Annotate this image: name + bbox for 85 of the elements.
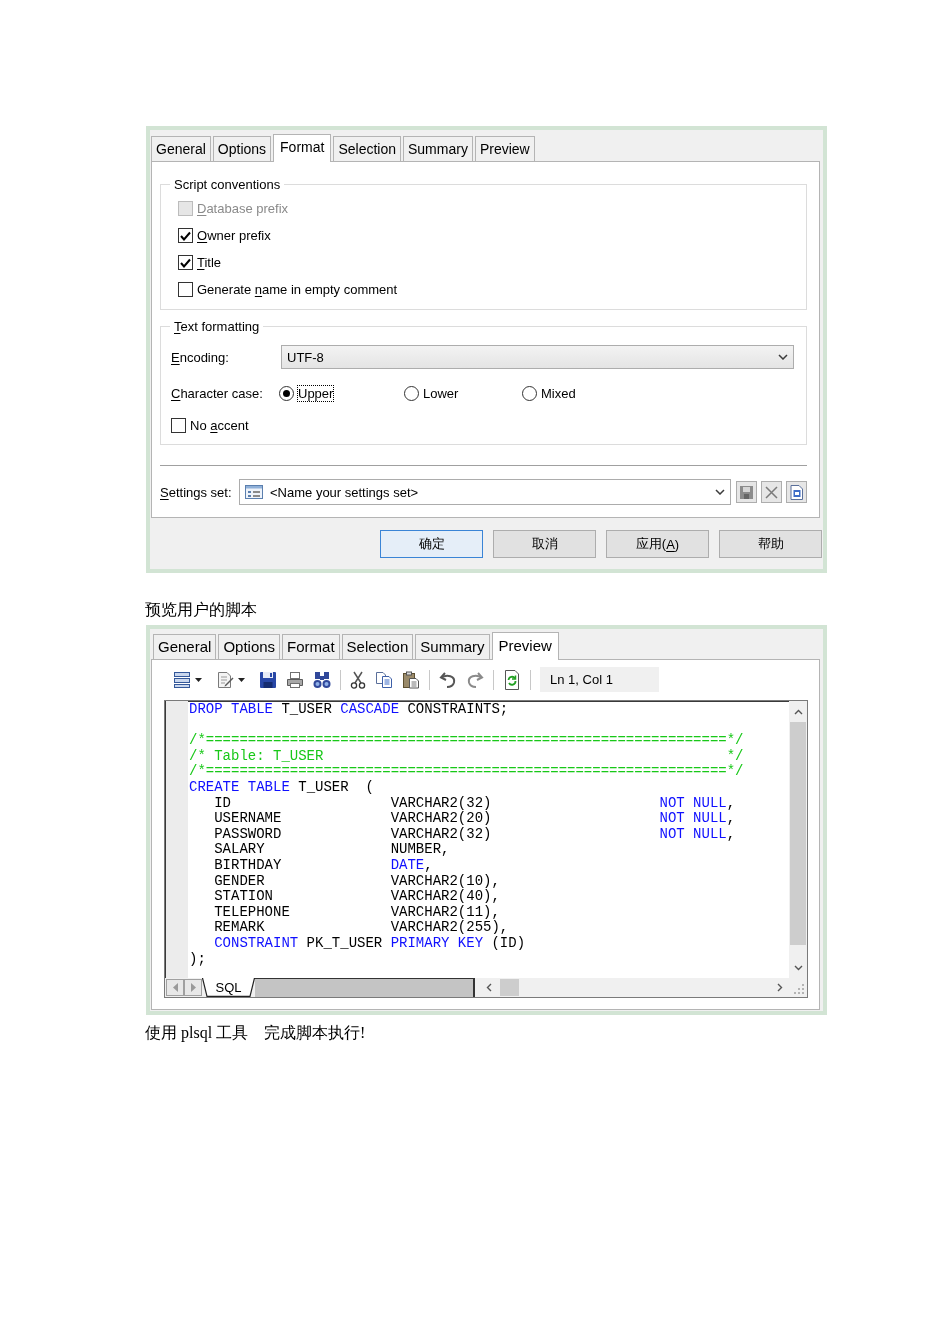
group-title: Script conventions (173, 177, 282, 192)
list-icon (245, 485, 263, 499)
chevron-left-icon[interactable] (486, 983, 492, 992)
cursor-position: Ln 1, Col 1 (540, 667, 659, 692)
code-line: /* Table: T_USER */ (189, 748, 744, 764)
scrollbar-thumb[interactable] (790, 722, 806, 945)
edit-icon[interactable] (216, 670, 234, 689)
checkmark-icon (180, 230, 191, 241)
paste-icon[interactable] (402, 670, 420, 689)
code-line: PASSWORD VARCHAR2(32) NOT NULL, (213, 826, 736, 843)
sheet-tab[interactable]: SQL (202, 978, 255, 997)
chevron-right-icon[interactable] (777, 983, 783, 992)
paragraph: 使用 plsql 工具 完成脚本执行! (145, 1023, 366, 1043)
cross-icon (765, 485, 778, 499)
caption: 预览用户的脚本 (145, 600, 257, 620)
code-line: /*==============================================================*/ (189, 733, 744, 749)
code-line: USERNAME VARCHAR2(20) NOT NULL, (213, 811, 736, 827)
save-icon[interactable] (259, 670, 277, 689)
document-refresh-icon[interactable] (503, 669, 521, 690)
checkmark-icon (180, 257, 191, 268)
chevron-down-icon[interactable] (793, 965, 803, 971)
tab[interactable]: Summary (415, 634, 490, 659)
code-line: TELEPHONE VARCHAR2(11), (213, 904, 500, 920)
field-label: Settings set: (160, 485, 232, 500)
text-lines-icon[interactable] (173, 670, 191, 689)
field-label: Encoding: (171, 350, 229, 365)
chevron-down-icon (715, 489, 725, 495)
checkbox[interactable]: No accent (171, 417, 249, 433)
tab[interactable]: Summary (403, 136, 473, 161)
tab[interactable]: General (151, 136, 211, 161)
code-line: GENDER VARCHAR2(10), (213, 873, 500, 889)
code-line: CONSTRAINT PK_T_USER PRIMARY KEY (ID) (213, 935, 526, 952)
triangle-right-icon (190, 983, 196, 992)
chevron-up-icon[interactable] (793, 709, 803, 715)
icon-button[interactable] (786, 481, 807, 503)
vertical-scrollbar[interactable] (789, 701, 807, 978)
icon-button[interactable] (736, 481, 757, 503)
code-editor[interactable] (164, 700, 808, 998)
tab[interactable]: Preview (474, 136, 535, 161)
dropdown[interactable]: <Name your settings set> (239, 479, 731, 505)
tab[interactable]: Format (273, 134, 332, 162)
code-line: BIRTHDAY DATE, (213, 857, 433, 874)
tab[interactable]: General (153, 634, 217, 659)
group-title: Text formatting (173, 319, 261, 334)
dialog-button[interactable]: 应用(A) (606, 530, 709, 558)
undo-icon[interactable] (439, 670, 457, 689)
copy-icon[interactable] (375, 670, 393, 689)
code-line: CREATE TABLE T_USER ( (189, 779, 374, 796)
icon-button[interactable] (761, 481, 782, 503)
triangle-left-icon (172, 983, 178, 992)
code-line: /*==============================================================*/ (189, 764, 744, 780)
checkbox[interactable]: Title (178, 255, 222, 270)
document-icon (789, 484, 804, 500)
field-label: Character case: (171, 386, 263, 401)
redo-icon[interactable] (466, 670, 484, 689)
radio-button[interactable]: Upper (279, 385, 334, 401)
code-line: SALARY NUMBER, (213, 842, 450, 858)
dialog-button[interactable]: 取消 (493, 530, 596, 558)
radio-button[interactable]: Mixed (522, 385, 576, 401)
tab[interactable]: Selection (341, 634, 414, 659)
code-line: ID VARCHAR2(32) NOT NULL, (213, 795, 736, 811)
dialog-button[interactable]: 确定 (380, 530, 483, 558)
caret-icon[interactable] (238, 677, 245, 682)
code-line: DROP TABLE T_USER CASCADE CONSTRAINTS; (189, 702, 509, 718)
tab[interactable]: Preview (491, 632, 559, 660)
checkbox[interactable]: Owner prefix (178, 228, 271, 243)
print-icon[interactable] (286, 670, 304, 689)
tab[interactable]: Options (218, 634, 281, 659)
dropdown[interactable]: UTF-8 (281, 345, 794, 369)
scissors-icon[interactable] (350, 670, 366, 689)
binoculars-icon[interactable] (313, 670, 331, 689)
code-line: ); (189, 951, 206, 968)
tab[interactable]: Selection (333, 136, 401, 161)
chevron-down-icon (778, 354, 788, 360)
code-line: STATION VARCHAR2(40), (213, 889, 500, 905)
tab[interactable]: Format (282, 634, 340, 659)
code-line: REMARK VARCHAR2(255), (213, 920, 509, 936)
dialog-button[interactable]: 帮助 (719, 530, 822, 558)
scrollbar-thumb[interactable] (500, 979, 519, 996)
checkbox[interactable]: Generate name in empty comment (178, 282, 398, 297)
radio-button[interactable]: Lower (404, 385, 459, 401)
caret-icon[interactable] (195, 677, 202, 682)
save-icon (740, 485, 753, 499)
tab[interactable]: Options (212, 136, 272, 161)
resize-grip-icon[interactable] (794, 984, 804, 994)
